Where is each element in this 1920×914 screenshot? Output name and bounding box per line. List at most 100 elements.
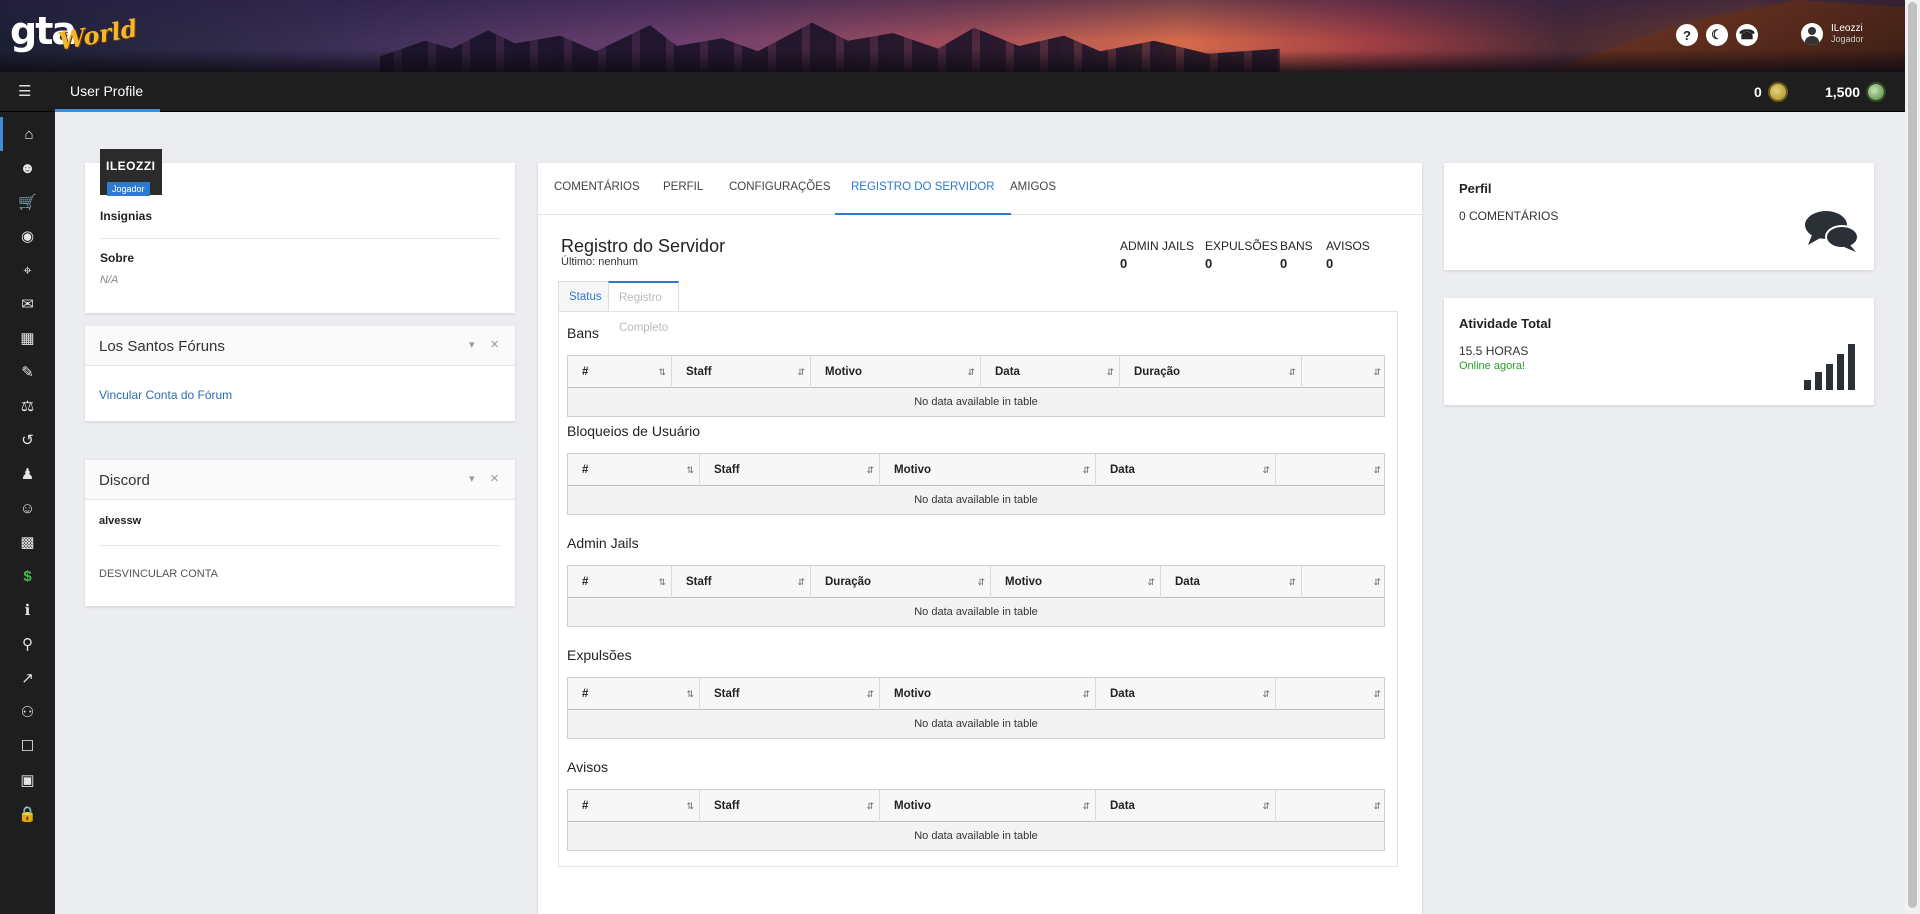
- hamburger-menu-icon[interactable]: ☰: [18, 84, 36, 100]
- server-log-title: Registro do Servidor: [561, 236, 726, 256]
- external-link-icon[interactable]: ↗: [0, 661, 55, 695]
- building-icon[interactable]: ▦: [0, 321, 55, 355]
- column-header[interactable]: Data ⇵: [1096, 678, 1276, 710]
- user-menu[interactable]: ILeozzi Jogador: [1801, 23, 1864, 45]
- sort-icon: ⇵: [1082, 465, 1090, 475]
- column-header[interactable]: ⇵: [1276, 678, 1386, 710]
- subtab-status[interactable]: Status: [558, 281, 613, 311]
- sort-icon: ⇅: [686, 689, 694, 699]
- column-header[interactable]: Motivo ⇵: [880, 678, 1096, 710]
- tab-amigos[interactable]: AMIGOS: [994, 163, 1072, 215]
- comments-icon[interactable]: ✉: [0, 287, 55, 321]
- column-header[interactable]: Duração ⇵: [811, 566, 991, 598]
- column-label: Data: [1110, 800, 1135, 812]
- table-bloqueios: # ⇅ Staff ⇵ Motivo ⇵ Data ⇵ ⇵ No data availa…: [567, 453, 1385, 515]
- user-icon[interactable]: ☻: [0, 151, 55, 185]
- column-header[interactable]: Data ⇵: [981, 356, 1120, 388]
- tab-perfil[interactable]: PERFIL: [647, 163, 719, 215]
- column-header[interactable]: ⇵: [1276, 454, 1386, 486]
- sidebar: ⌂ ☻ 🛒 ◉ ⌖ ✉ ▦ ✎ ⚖ ↺ ♟ ☺ ▩ $ ℹ ⚲ ↗ ⚇ ☐ ▣ …: [0, 112, 55, 914]
- collapse-icon[interactable]: ▾: [469, 338, 475, 351]
- moon-icon[interactable]: ☾: [1706, 24, 1728, 46]
- unlink-account-button[interactable]: DESVINCULAR CONTA: [99, 568, 218, 580]
- message-icon[interactable]: ▣: [0, 763, 55, 797]
- sort-icon: ⇵: [1106, 367, 1114, 377]
- close-icon[interactable]: ✕: [490, 472, 499, 485]
- column-label: Duração: [825, 576, 872, 588]
- discord-widget-title: Discord: [99, 472, 150, 489]
- column-header[interactable]: # ⇅: [568, 790, 700, 822]
- column-header[interactable]: Staff ⇵: [700, 790, 880, 822]
- mask-icon[interactable]: ◉: [0, 219, 55, 253]
- column-label: Staff: [714, 688, 740, 700]
- page-title-underline: [55, 109, 160, 112]
- subtab-registro-completo[interactable]: Registro Completo: [608, 281, 680, 334]
- column-header[interactable]: ⇵: [1276, 790, 1386, 822]
- dollar-icon[interactable]: $: [0, 559, 55, 593]
- column-header[interactable]: # ⇅: [568, 356, 672, 388]
- chat-bubbles-icon[interactable]: ☐: [0, 729, 55, 763]
- site-logo[interactable]: gta World: [10, 8, 139, 56]
- column-label: Data: [1110, 688, 1135, 700]
- stat-label: ADMIN JAILS: [1120, 239, 1195, 253]
- close-icon[interactable]: ✕: [490, 338, 499, 351]
- question-icon[interactable]: ?: [1676, 24, 1698, 46]
- brush-icon[interactable]: ✎: [0, 355, 55, 389]
- lock-icon[interactable]: 🔒: [0, 797, 55, 831]
- activity-hours: 15.5 HORAS: [1459, 344, 1529, 358]
- tab-comentarios[interactable]: COMENTÁRIOS: [538, 163, 656, 215]
- map-marker-icon[interactable]: ⚲: [0, 627, 55, 661]
- column-header[interactable]: ⇵: [1302, 356, 1386, 388]
- undo-icon[interactable]: ↺: [0, 423, 55, 457]
- users-icon[interactable]: ⚇: [0, 695, 55, 729]
- page-scrollbar[interactable]: [1905, 0, 1920, 914]
- column-label: Motivo: [894, 800, 932, 812]
- table-empty-message: No data available in table: [914, 830, 1038, 842]
- stat-value: 0: [1326, 256, 1334, 271]
- table-avisos: # ⇅ Staff ⇵ Motivo ⇵ Data ⇵ ⇵ No data availa…: [567, 789, 1385, 851]
- column-header[interactable]: Motivo ⇵: [991, 566, 1161, 598]
- column-header[interactable]: # ⇅: [568, 454, 700, 486]
- balance-scale-icon[interactable]: ⚖: [0, 389, 55, 423]
- link-forum-account[interactable]: Vincular Conta do Fórum: [99, 388, 232, 402]
- column-header[interactable]: Motivo ⇵: [880, 790, 1096, 822]
- column-header[interactable]: Staff ⇵: [672, 356, 811, 388]
- info-icon[interactable]: ℹ: [0, 593, 55, 627]
- column-header[interactable]: Motivo ⇵: [811, 356, 981, 388]
- cart-icon[interactable]: 🛒: [0, 185, 55, 219]
- user-avatar-icon: [1801, 23, 1823, 45]
- smile-icon[interactable]: ☺: [0, 491, 55, 525]
- page-title: User Profile: [70, 83, 144, 99]
- header-icons: ? ☾ ☎: [1676, 24, 1758, 46]
- currency-green: 1,500: [1825, 82, 1887, 102]
- stat-label: BANS: [1280, 239, 1313, 253]
- column-label: #: [582, 464, 589, 476]
- column-header[interactable]: Motivo ⇵: [880, 454, 1096, 486]
- column-header[interactable]: Data ⇵: [1161, 566, 1302, 598]
- column-header[interactable]: # ⇅: [568, 678, 700, 710]
- scrollbar-thumb[interactable]: [1908, 2, 1917, 908]
- home-icon[interactable]: ⌂: [0, 117, 55, 151]
- column-header[interactable]: Staff ⇵: [700, 678, 880, 710]
- table-header: # ⇅ Staff ⇵ Motivo ⇵ Data ⇵ Duração ⇵ ⇵: [568, 356, 1384, 388]
- collapse-icon[interactable]: ▾: [469, 472, 475, 485]
- table-expulsoes: # ⇅ Staff ⇵ Motivo ⇵ Data ⇵ ⇵ No data availa…: [567, 677, 1385, 739]
- id-card-icon[interactable]: ▩: [0, 525, 55, 559]
- column-header[interactable]: Data ⇵: [1096, 790, 1276, 822]
- column-header[interactable]: Data ⇵: [1096, 454, 1276, 486]
- stat-admin-jails: ADMIN JAILS 0: [1120, 239, 1194, 271]
- tab-registro-servidor[interactable]: REGISTRO DO SERVIDOR: [835, 163, 1011, 215]
- bell-icon[interactable]: ☎: [1736, 24, 1758, 46]
- user-tie-icon[interactable]: ♟: [0, 457, 55, 491]
- broadcast-icon[interactable]: ⌖: [0, 253, 55, 287]
- column-header[interactable]: Duração ⇵: [1120, 356, 1302, 388]
- table-admin-jails: # ⇅ Staff ⇵ Duração ⇵ Motivo ⇵ Data ⇵ ⇵ No da…: [567, 565, 1385, 627]
- tab-configuracoes[interactable]: CONFIGURAÇÕES: [713, 163, 847, 215]
- column-header[interactable]: # ⇅: [568, 566, 672, 598]
- sort-icon: ⇵: [866, 689, 874, 699]
- column-header[interactable]: Staff ⇵: [672, 566, 811, 598]
- sort-icon: ⇵: [1373, 465, 1381, 475]
- column-header[interactable]: ⇵: [1302, 566, 1386, 598]
- sort-icon: ⇵: [797, 577, 805, 587]
- column-header[interactable]: Staff ⇵: [700, 454, 880, 486]
